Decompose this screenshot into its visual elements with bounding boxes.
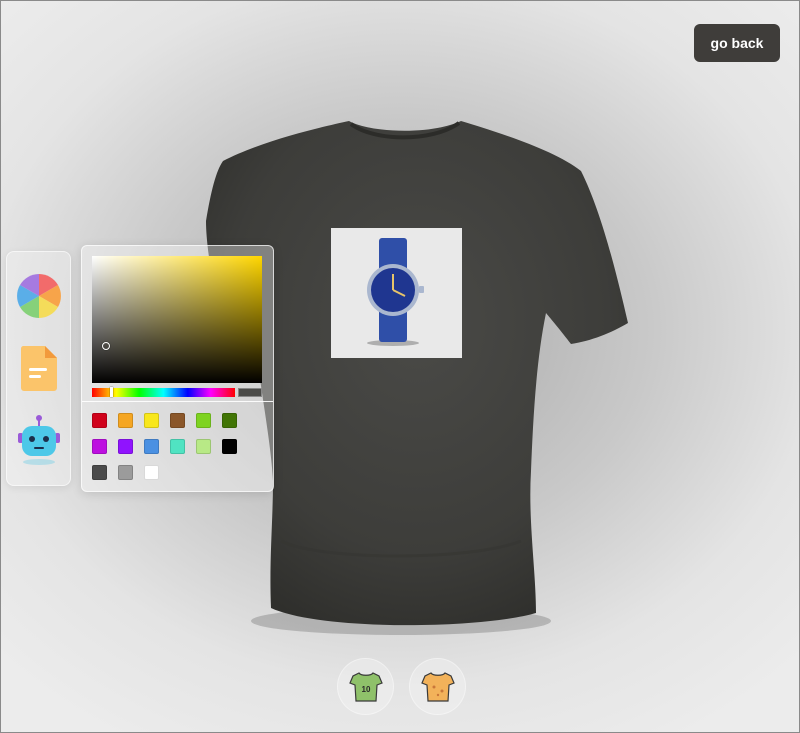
saturation-field[interactable] bbox=[92, 256, 262, 383]
robot-icon bbox=[18, 415, 60, 465]
color-swatch[interactable] bbox=[144, 413, 159, 428]
color-swatch[interactable] bbox=[92, 413, 107, 428]
color-swatch[interactable] bbox=[196, 439, 211, 454]
color-swatch[interactable] bbox=[196, 413, 211, 428]
hue-slider-thumb[interactable] bbox=[110, 387, 113, 397]
decal-image bbox=[331, 228, 462, 358]
editor-sidebar bbox=[6, 251, 71, 486]
color-wheel-icon bbox=[17, 274, 61, 318]
document-icon bbox=[20, 346, 57, 391]
color-swatch[interactable] bbox=[118, 439, 133, 454]
color-swatch[interactable] bbox=[144, 465, 159, 480]
stylish-shirt-icon bbox=[420, 671, 455, 702]
hue-slider[interactable] bbox=[92, 387, 235, 397]
color-swatch[interactable] bbox=[92, 465, 107, 480]
color-swatch[interactable] bbox=[92, 439, 107, 454]
color-picker-tool[interactable] bbox=[15, 272, 63, 320]
logo-shirt-toggle[interactable]: 10 bbox=[337, 658, 394, 715]
color-picker-panel bbox=[81, 245, 274, 492]
color-swatch[interactable] bbox=[144, 439, 159, 454]
color-swatch[interactable] bbox=[118, 465, 133, 480]
color-swatch[interactable] bbox=[222, 413, 237, 428]
saturation-cursor[interactable] bbox=[102, 342, 110, 350]
go-back-button[interactable]: go back bbox=[694, 24, 780, 62]
color-swatch[interactable] bbox=[118, 413, 133, 428]
svg-text:10: 10 bbox=[361, 685, 370, 694]
color-swatch[interactable] bbox=[222, 439, 237, 454]
wristwatch-icon bbox=[367, 238, 424, 346]
customizer-canvas: go back 10 bbox=[0, 0, 800, 733]
color-swatch[interactable] bbox=[170, 439, 185, 454]
full-texture-toggle[interactable] bbox=[409, 658, 466, 715]
logo-shirt-icon: 10 bbox=[348, 671, 383, 702]
picker-divider bbox=[82, 401, 273, 402]
color-swatch[interactable] bbox=[170, 413, 185, 428]
file-picker-tool[interactable] bbox=[15, 344, 63, 392]
ai-picker-tool[interactable] bbox=[15, 415, 63, 465]
current-color-preview bbox=[238, 388, 262, 397]
